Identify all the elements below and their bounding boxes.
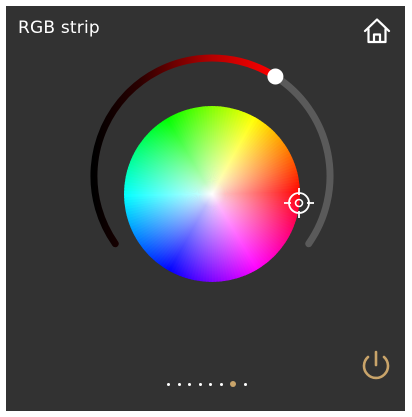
- page-indicator: [165, 380, 265, 390]
- power-button[interactable]: [358, 348, 394, 384]
- page-dot[interactable]: [167, 383, 170, 386]
- page-dot[interactable]: [177, 383, 181, 386]
- color-wheel-white-center: [124, 106, 300, 282]
- page-dot[interactable]: [219, 383, 223, 386]
- page-dot[interactable]: [209, 383, 212, 386]
- page-dot[interactable]: [198, 383, 202, 386]
- color-dial: [90, 54, 334, 282]
- power-icon: [362, 350, 390, 380]
- page-dot[interactable]: [243, 383, 247, 386]
- page-dot[interactable]: [188, 383, 191, 386]
- page-dot[interactable]: [230, 381, 236, 387]
- brightness-knob[interactable]: [267, 68, 284, 85]
